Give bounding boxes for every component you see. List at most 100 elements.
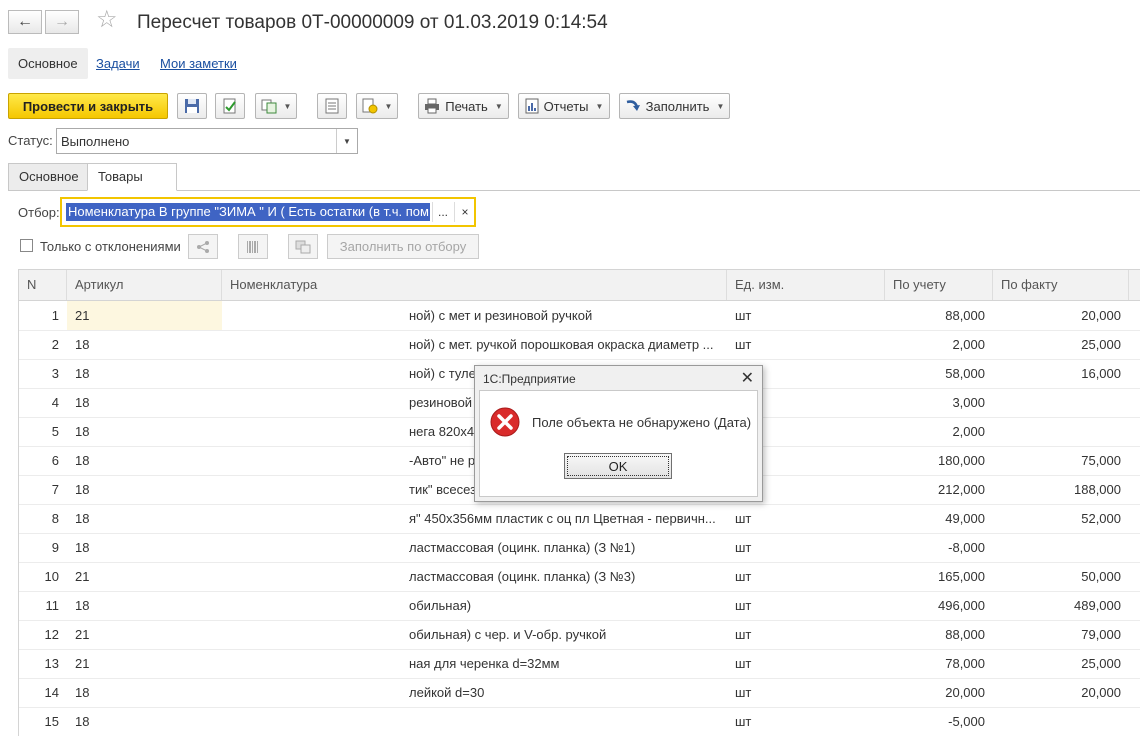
copy-rows-button[interactable]	[288, 234, 318, 259]
table-row[interactable]: 12 21 обильная) с чер. и V-обр. ручкой шт 88…	[19, 620, 1140, 650]
cell-actual	[993, 417, 1129, 446]
filter-input[interactable]: Номенклатура В группе "ЗИМА " И ( Есть о…	[66, 203, 430, 221]
cell-n: 8	[51, 511, 59, 526]
cell-accounted: 78,000	[945, 656, 985, 671]
ok-button[interactable]: OK	[564, 453, 672, 479]
only-deviations-label: Только с отклонениями	[40, 239, 181, 254]
dialog-title: 1С:Предприятие	[483, 372, 576, 386]
cell-nomenclature: обильная) с чер. и V-обр. ручкой	[409, 627, 607, 642]
section-tab-notes[interactable]: Мои заметки	[150, 48, 247, 79]
col-article[interactable]: Артикул	[67, 270, 222, 300]
status-select[interactable]: Выполнено ▼	[56, 128, 358, 154]
filter-field[interactable]: Номенклатура В группе "ЗИМА " И ( Есть о…	[60, 197, 476, 227]
fill-by-filter-button[interactable]: Заполнить по отбору	[327, 234, 479, 259]
share-button[interactable]	[188, 234, 218, 259]
cell-article: 18	[75, 598, 90, 613]
chevron-down-icon[interactable]: ▼	[336, 129, 357, 153]
tab-main[interactable]: Основное	[8, 163, 88, 191]
section-tab-tasks[interactable]: Задачи	[86, 48, 150, 79]
save-button[interactable]	[177, 93, 207, 119]
cell-accounted: 212,000	[938, 482, 985, 497]
document-settings-icon	[362, 98, 378, 114]
table-row[interactable]: 1 21 ной) с мет и резиновой ручкой шт 88,000…	[19, 301, 1140, 331]
barcode-button[interactable]	[238, 234, 268, 259]
cell-accounted: 20,000	[945, 685, 985, 700]
cell-unit: шт	[735, 685, 752, 700]
table-row[interactable]: 14 18 лейкой d=30 шт 20,000 20,000	[19, 678, 1140, 708]
col-accounted[interactable]: По учету	[885, 270, 993, 300]
cell-unit: шт	[735, 627, 752, 642]
filter-select-button[interactable]: ...	[432, 202, 453, 222]
cell-accounted: 88,000	[945, 308, 985, 323]
cell-actual: 20,000	[1081, 308, 1121, 323]
filter-clear-button[interactable]: ×	[454, 202, 475, 222]
print-button[interactable]: Печать ▼	[418, 93, 509, 119]
table-row[interactable]: 13 21 ная для черенка d=32мм шт 78,000 25,000	[19, 649, 1140, 679]
favorite-star-icon[interactable]: ☆	[96, 8, 118, 32]
col-nomenclature[interactable]: Номенклатура	[222, 270, 727, 300]
goods-table[interactable]: N Артикул Номенклатура Ед. изм. По учету…	[18, 269, 1140, 736]
chevron-down-icon: ▼	[384, 101, 393, 111]
create-based-on-button[interactable]: ▼	[255, 93, 297, 119]
cell-article: 18	[75, 685, 90, 700]
table-row[interactable]: 9 18 ластмассовая (оцинк. планка) (З №1) шт…	[19, 533, 1140, 563]
back-button[interactable]: ←	[8, 10, 42, 34]
cell-actual: 16,000	[1081, 366, 1121, 381]
table-row[interactable]: 11 18 обильная) шт 496,000 489,000	[19, 591, 1140, 621]
cell-accounted: 2,000	[952, 337, 985, 352]
cell-unit: шт	[735, 569, 752, 584]
dialog-body: Поле объекта не обнаружено (Дата) OK	[479, 390, 758, 497]
cell-nomenclature: ной) с мет. ручкой порошковая окраска ди…	[409, 337, 714, 352]
post-button[interactable]	[215, 93, 245, 119]
cell-nomenclature: ластмассовая (оцинк. планка) (З №3)	[409, 569, 636, 584]
table-row[interactable]: 15 18 шт -5,000	[19, 707, 1140, 736]
cell-n: 11	[45, 598, 60, 613]
tab-goods[interactable]: Товары (20)	[87, 163, 177, 210]
table-row[interactable]: 2 18 ной) с мет. ручкой порошковая окраска…	[19, 330, 1140, 360]
structure-button[interactable]	[317, 93, 347, 119]
cell-article: 18	[75, 424, 90, 439]
cell-unit: шт	[735, 656, 752, 671]
post-and-close-button[interactable]: Провести и закрыть	[8, 93, 168, 119]
section-tab-main[interactable]: Основное	[8, 48, 88, 79]
cell-actual: 20,000	[1081, 685, 1121, 700]
cell-actual: 188,000	[1074, 482, 1121, 497]
cell-article: 21	[75, 627, 90, 642]
cell-nomenclature	[409, 707, 727, 736]
col-actual[interactable]: По факту	[993, 270, 1129, 300]
arrow-right-icon: →	[54, 13, 70, 30]
cell-article: 18	[75, 337, 90, 352]
cell-accounted: 165,000	[938, 569, 985, 584]
cell-n: 12	[44, 627, 59, 642]
cell-unit: шт	[735, 308, 752, 323]
fill-button[interactable]: Заполнить ▼	[619, 93, 730, 119]
reports-button[interactable]: Отчеты ▼	[518, 93, 610, 119]
col-unit[interactable]: Ед. изм.	[727, 270, 885, 300]
cell-article: 18	[75, 482, 90, 497]
cell-actual	[993, 533, 1129, 562]
cell-n: 3	[51, 366, 59, 381]
cell-n: 9	[51, 540, 59, 555]
cell-unit: шт	[735, 511, 752, 526]
cell-accounted: 3,000	[952, 395, 985, 410]
cell-n: 13	[44, 656, 59, 671]
related-documents-button[interactable]: ▼	[356, 93, 398, 119]
filter-label: Отбор:	[18, 205, 60, 220]
close-icon[interactable]: ✕	[741, 368, 754, 388]
printer-icon	[425, 98, 440, 114]
cell-n: 15	[44, 714, 59, 729]
only-deviations-checkbox[interactable]	[20, 239, 33, 252]
table-row[interactable]: 10 21 ластмассовая (оцинк. планка) (З №3) ш…	[19, 562, 1140, 592]
status-label: Статус:	[8, 133, 53, 148]
forward-button[interactable]: →	[45, 10, 79, 34]
cell-n: 14	[44, 685, 59, 700]
cell-actual: 50,000	[1081, 569, 1121, 584]
cell-unit: шт	[735, 337, 752, 352]
cell-accounted: -5,000	[948, 714, 985, 729]
barcode-icon	[247, 240, 258, 253]
cell-article: 18	[75, 714, 90, 729]
col-n[interactable]: N	[19, 270, 67, 300]
cell-n: 10	[44, 569, 59, 584]
cell-unit: шт	[735, 598, 752, 613]
table-row[interactable]: 8 18 я" 450x356мм пластик с оц пл Цветная …	[19, 504, 1140, 534]
